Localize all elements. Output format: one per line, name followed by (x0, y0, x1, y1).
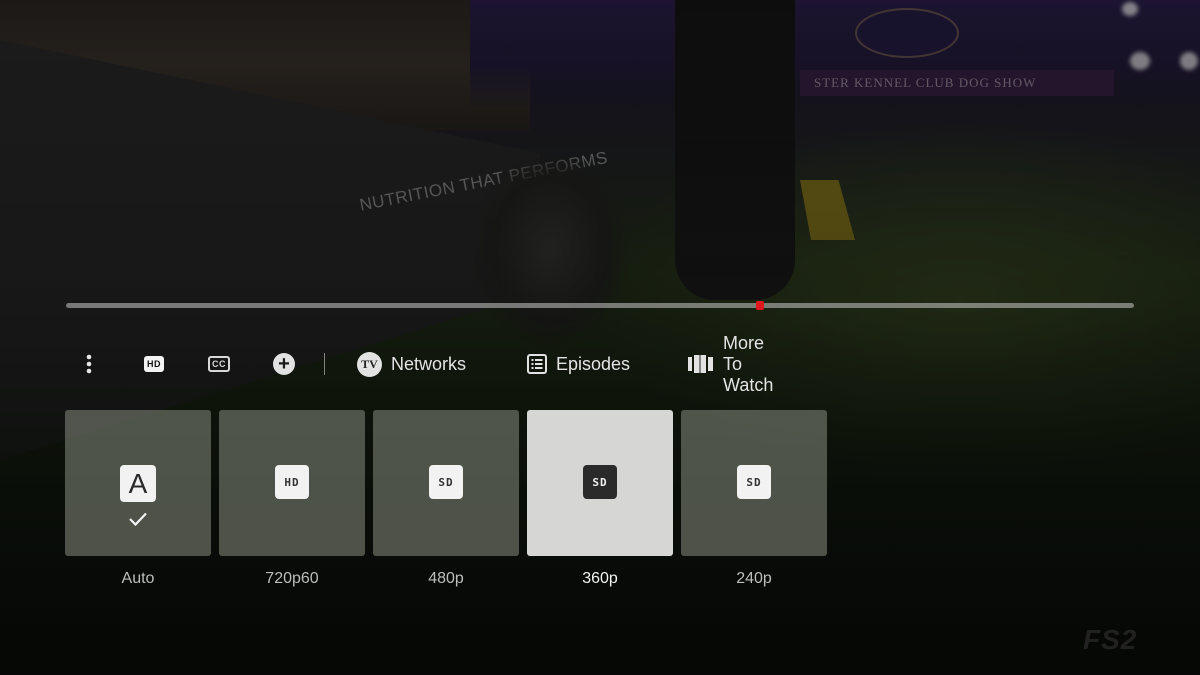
playhead[interactable] (756, 301, 765, 310)
quality-option-360p[interactable]: SD (527, 410, 673, 556)
quality-label: 720p60 (265, 570, 319, 587)
auto-icon: A (120, 465, 156, 502)
quality-option-240p[interactable]: SD (681, 410, 827, 556)
quality-option-auto[interactable]: A (65, 410, 211, 556)
video-player: STER KENNEL CLUB DOG SHOW NUTRITION THAT… (0, 0, 1200, 675)
list-icon (527, 354, 547, 374)
plus-circle-icon: + (273, 353, 295, 375)
quality-option-720p60[interactable]: HD (219, 410, 365, 556)
tv-icon: TV (357, 351, 382, 377)
more-to-watch-button[interactable]: More To Watch (688, 333, 773, 395)
closed-captions-button[interactable]: CC (207, 346, 231, 382)
quality-label: 480p (428, 570, 464, 587)
kebab-vertical-icon (86, 354, 92, 374)
cc-icon: CC (208, 356, 230, 372)
progress-bar[interactable] (66, 301, 1134, 310)
video-quality-button[interactable]: HD (143, 346, 165, 382)
quality-label: 360p (582, 570, 618, 587)
networks-label: Networks (391, 353, 467, 374)
quality-label: 240p (736, 570, 772, 587)
sd-icon: SD (583, 465, 617, 499)
sd-icon: SD (429, 465, 463, 499)
more-options-button[interactable] (80, 346, 98, 382)
more-to-watch-label: More To Watch (723, 332, 774, 395)
episodes-label: Episodes (556, 353, 631, 374)
add-to-list-button[interactable]: + (272, 346, 296, 382)
columns-icon (688, 355, 714, 373)
divider (324, 353, 325, 375)
quality-label: Auto (121, 570, 155, 587)
hd-icon: HD (275, 465, 309, 499)
channel-watermark: FS2 (1083, 624, 1138, 655)
episodes-button[interactable]: Episodes (527, 346, 630, 382)
sd-icon: SD (737, 465, 771, 499)
networks-button[interactable]: TV Networks (357, 346, 466, 382)
quality-option-480p[interactable]: SD (373, 410, 519, 556)
hd-icon: HD (144, 356, 164, 372)
checkmark-icon (129, 512, 147, 527)
